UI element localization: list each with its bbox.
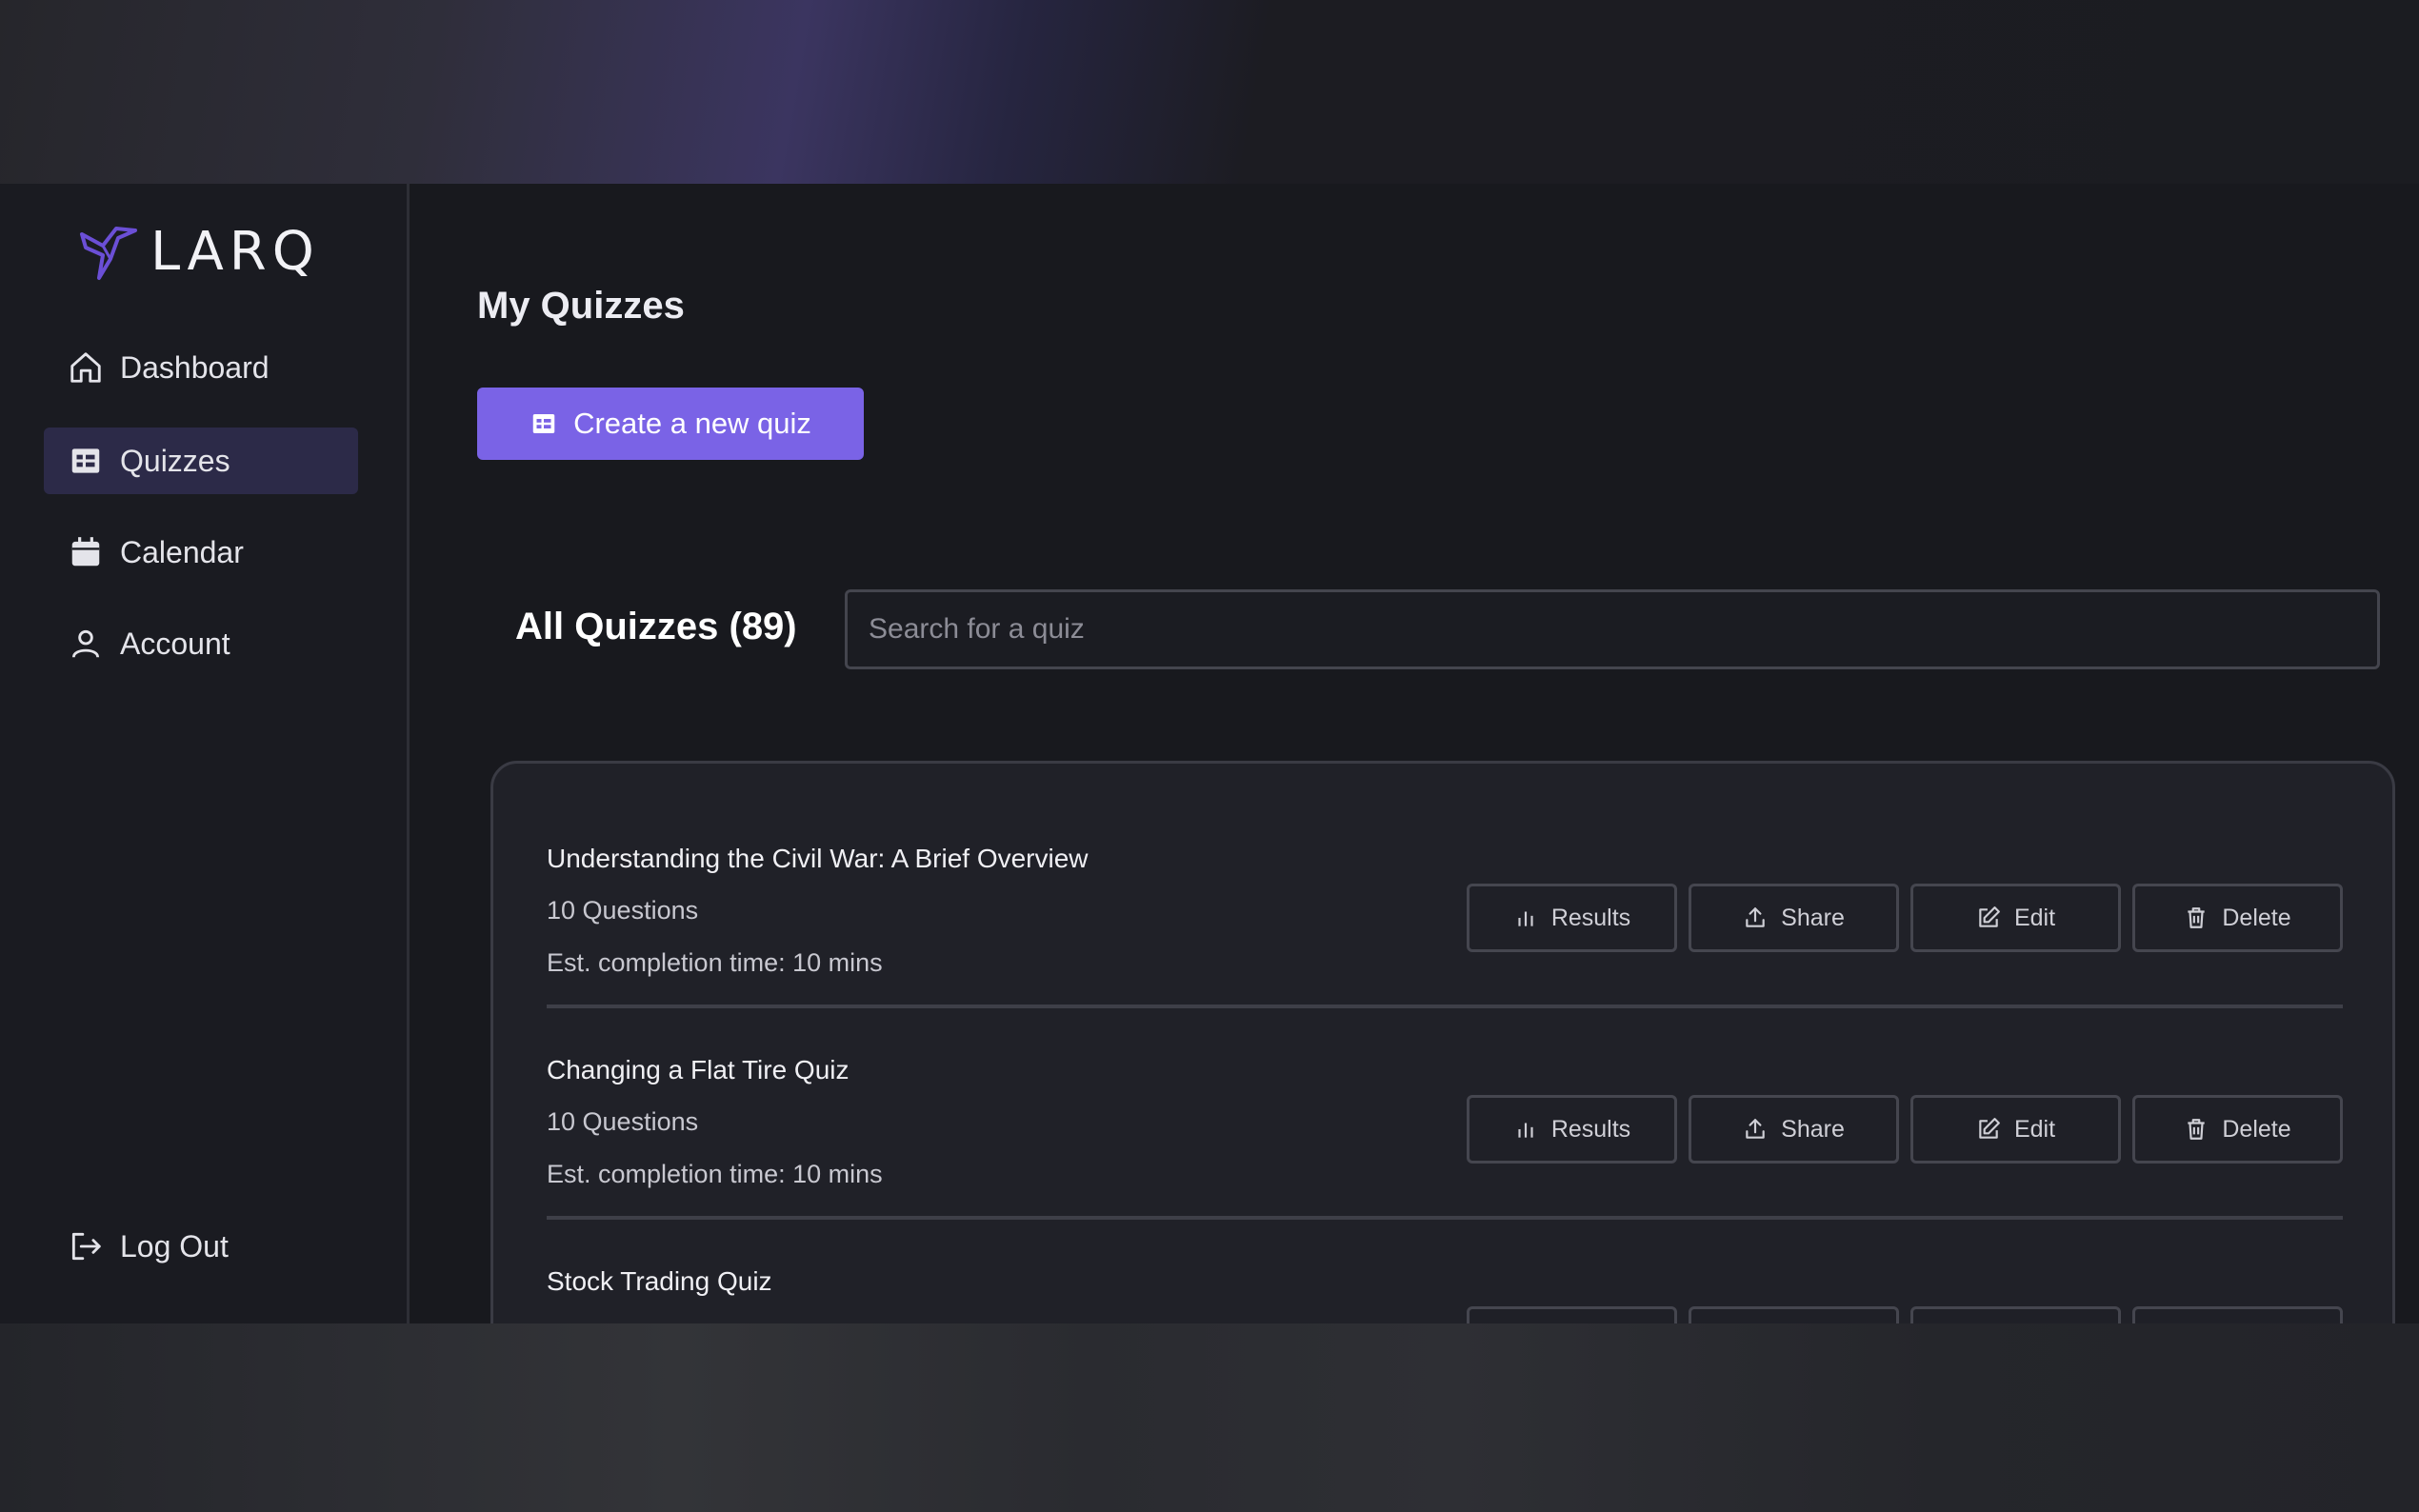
share-button[interactable] <box>1689 1306 1899 1323</box>
results-button[interactable]: Results <box>1467 884 1677 952</box>
bottom-backdrop <box>0 1323 2419 1512</box>
share-label: Share <box>1781 1115 1845 1143</box>
delete-label: Delete <box>2222 904 2291 931</box>
app-window: LARQ Dashboard Quizzes Calendar Account <box>0 184 2419 1323</box>
quiz-list-item: Understanding the Civil War: A Brief Ove… <box>547 844 2343 1055</box>
page-title: My Quizzes <box>477 285 685 327</box>
brand-logo[interactable]: LARQ <box>78 218 320 285</box>
quiz-actions: Results Share Edit Delete <box>1467 1095 2343 1164</box>
sidebar-item-label: Calendar <box>120 534 244 569</box>
sidebar-item-account[interactable]: Account <box>44 610 358 677</box>
bar-chart-icon <box>1518 911 1533 926</box>
quiz-title: Changing a Flat Tire Quiz <box>547 1055 850 1084</box>
sidebar-item-label: Quizzes <box>120 443 230 478</box>
share-icon <box>1746 907 1765 927</box>
results-button[interactable] <box>1467 1306 1677 1323</box>
edit-button[interactable]: Edit <box>1910 1095 2121 1164</box>
edit-label: Edit <box>2013 904 2056 931</box>
sidebar-item-quizzes[interactable]: Quizzes <box>44 428 358 494</box>
edit-icon <box>1979 1118 2000 1139</box>
edit-button[interactable] <box>1910 1306 2121 1323</box>
sidebar: LARQ Dashboard Quizzes Calendar Account <box>0 184 410 1323</box>
quiz-actions: Results Share Edit Delete <box>1467 884 2343 952</box>
sidebar-item-dashboard[interactable]: Dashboard <box>44 334 358 401</box>
quizzes-icon <box>532 414 555 433</box>
row-divider <box>547 1005 2343 1008</box>
quiz-completion-time: Est. completion time: 10 mins <box>547 948 883 977</box>
user-icon <box>67 625 105 663</box>
search-input[interactable] <box>845 589 2380 669</box>
sidebar-item-label: Account <box>120 626 230 661</box>
calendar-icon <box>67 533 105 571</box>
trash-icon <box>2188 907 2206 928</box>
delete-label: Delete <box>2222 1115 2291 1143</box>
quiz-list: Understanding the Civil War: A Brief Ove… <box>490 761 2395 1323</box>
quiz-title: Stock Trading Quiz <box>547 1266 772 1296</box>
create-quiz-label: Create a new quiz <box>573 407 811 440</box>
logout-icon <box>67 1227 105 1265</box>
quizzes-icon <box>67 442 105 480</box>
delete-button[interactable]: Delete <box>2132 884 2343 952</box>
quiz-actions <box>1467 1306 2343 1323</box>
home-icon <box>67 348 105 387</box>
quiz-question-count: 10 Questions <box>547 1107 699 1136</box>
edit-button[interactable]: Edit <box>1910 884 2121 952</box>
row-divider <box>547 1216 2343 1220</box>
quiz-completion-time: Est. completion time: 10 mins <box>547 1160 883 1188</box>
trash-icon <box>2188 1119 2206 1140</box>
main-content: My Quizzes Create a new quiz All Quizzes… <box>412 184 2419 1323</box>
edit-label: Edit <box>2013 1115 2056 1143</box>
share-button[interactable]: Share <box>1689 1095 1899 1164</box>
bar-chart-icon <box>1518 1123 1533 1138</box>
larq-bird-icon <box>80 227 137 280</box>
sidebar-item-label: Dashboard <box>120 349 270 385</box>
sidebar-item-calendar[interactable]: Calendar <box>44 519 358 586</box>
results-button[interactable]: Results <box>1467 1095 1677 1164</box>
quiz-list-item: Stock Trading Quiz <box>547 1266 2343 1323</box>
all-quizzes-heading: All Quizzes (89) <box>515 606 797 647</box>
edit-icon <box>1979 906 2000 927</box>
share-button[interactable]: Share <box>1689 884 1899 952</box>
quiz-question-count: 10 Questions <box>547 896 699 925</box>
top-backdrop <box>0 0 2419 184</box>
quiz-title: Understanding the Civil War: A Brief Ove… <box>547 844 1089 873</box>
brand-name: LARQ <box>150 220 320 283</box>
delete-button[interactable] <box>2132 1306 2343 1323</box>
logout-label: Log Out <box>120 1228 229 1263</box>
create-quiz-button[interactable]: Create a new quiz <box>477 388 864 460</box>
quiz-list-item: Changing a Flat Tire Quiz 10 Questions E… <box>547 1055 2343 1266</box>
share-label: Share <box>1781 904 1845 931</box>
results-label: Results <box>1550 904 1631 931</box>
results-label: Results <box>1550 1115 1631 1143</box>
logout-button[interactable]: Log Out <box>44 1213 358 1280</box>
delete-button[interactable]: Delete <box>2132 1095 2343 1164</box>
share-icon <box>1746 1119 1765 1139</box>
